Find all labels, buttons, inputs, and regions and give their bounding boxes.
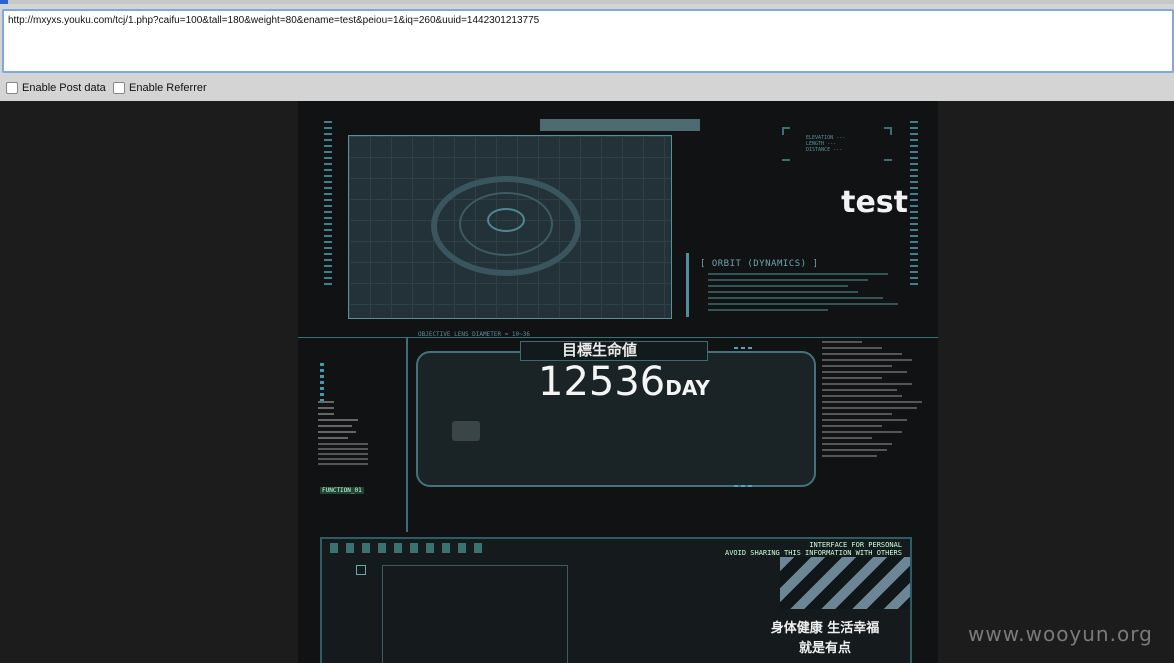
photo-frame — [382, 565, 568, 663]
life-label: 目標生命値 — [562, 341, 638, 359]
bracket — [884, 159, 892, 161]
hud-poster-image: ELEVATION --- LENGTH --- DISTANCE --- test… — [298, 101, 938, 663]
target-screen — [348, 135, 672, 319]
toolbar-accent — [0, 0, 8, 4]
hackbar-toolbar: http://mxyxs.youku.com/tcj/1.php?caifu=1… — [0, 0, 1174, 101]
inner-ring — [487, 208, 525, 232]
life-value: 12536DAY — [538, 359, 710, 405]
bracket — [890, 127, 892, 135]
life-unit: DAY — [665, 376, 710, 400]
left-data-column — [318, 401, 370, 468]
life-number: 12536 — [538, 359, 666, 405]
watermark: www.wooyun.org — [968, 622, 1153, 646]
frame-marker — [356, 565, 366, 575]
enable-post-label: Enable Post data — [22, 82, 106, 94]
vertical-guide — [406, 337, 408, 532]
objective-label: OBJECTIVE LENS DIAMETER = 10~36 — [418, 331, 530, 338]
interface-line-2: AVOID SHARING THIS INFORMATION WITH OTHE… — [724, 549, 902, 557]
interface-notice: INTERFACE FOR PERSONAL AVOID SHARING THI… — [725, 541, 902, 557]
function-label: FUNCTION_01 — [320, 487, 364, 494]
icon-toolbar — [330, 543, 490, 553]
orbit-text-block — [708, 273, 908, 315]
health-message: 身体健康 生活幸福 就是有点 — [760, 619, 890, 659]
enable-referrer-option[interactable]: Enable Referrer — [113, 82, 207, 94]
orbit-bracket — [686, 253, 689, 317]
orbit-title: [ ORBIT (DYNAMICS) ] — [700, 259, 819, 269]
enable-referrer-checkbox[interactable] — [113, 82, 125, 94]
enable-post-checkbox[interactable] — [6, 82, 18, 94]
enable-post-option[interactable]: Enable Post data — [6, 82, 106, 94]
toolbar-top-border — [0, 0, 1174, 4]
right-data-column — [822, 341, 932, 461]
health-line-1: 身体健康 生活幸福 — [770, 621, 880, 636]
bracket — [782, 159, 790, 161]
left-indicator-dots — [320, 363, 324, 403]
panel-dots — [734, 347, 752, 349]
interface-line-1: INTERFACE FOR PERSONAL — [809, 541, 902, 549]
url-textarea[interactable]: http://mxyxs.youku.com/tcj/1.php?caifu=1… — [2, 9, 1174, 73]
left-rail-ticks — [324, 121, 332, 289]
health-line-2: 就是有点 — [798, 641, 851, 656]
coords-readout: ELEVATION --- LENGTH --- DISTANCE --- — [806, 135, 846, 153]
top-bar-plate — [540, 119, 700, 131]
panel-chip — [452, 421, 480, 441]
panel-dots — [734, 485, 752, 487]
striped-banner — [780, 557, 910, 609]
right-rail-ticks — [910, 121, 918, 289]
bracket — [782, 127, 784, 135]
enable-referrer-label: Enable Referrer — [129, 82, 207, 94]
divider-line — [298, 337, 938, 338]
person-name: test — [841, 185, 908, 220]
